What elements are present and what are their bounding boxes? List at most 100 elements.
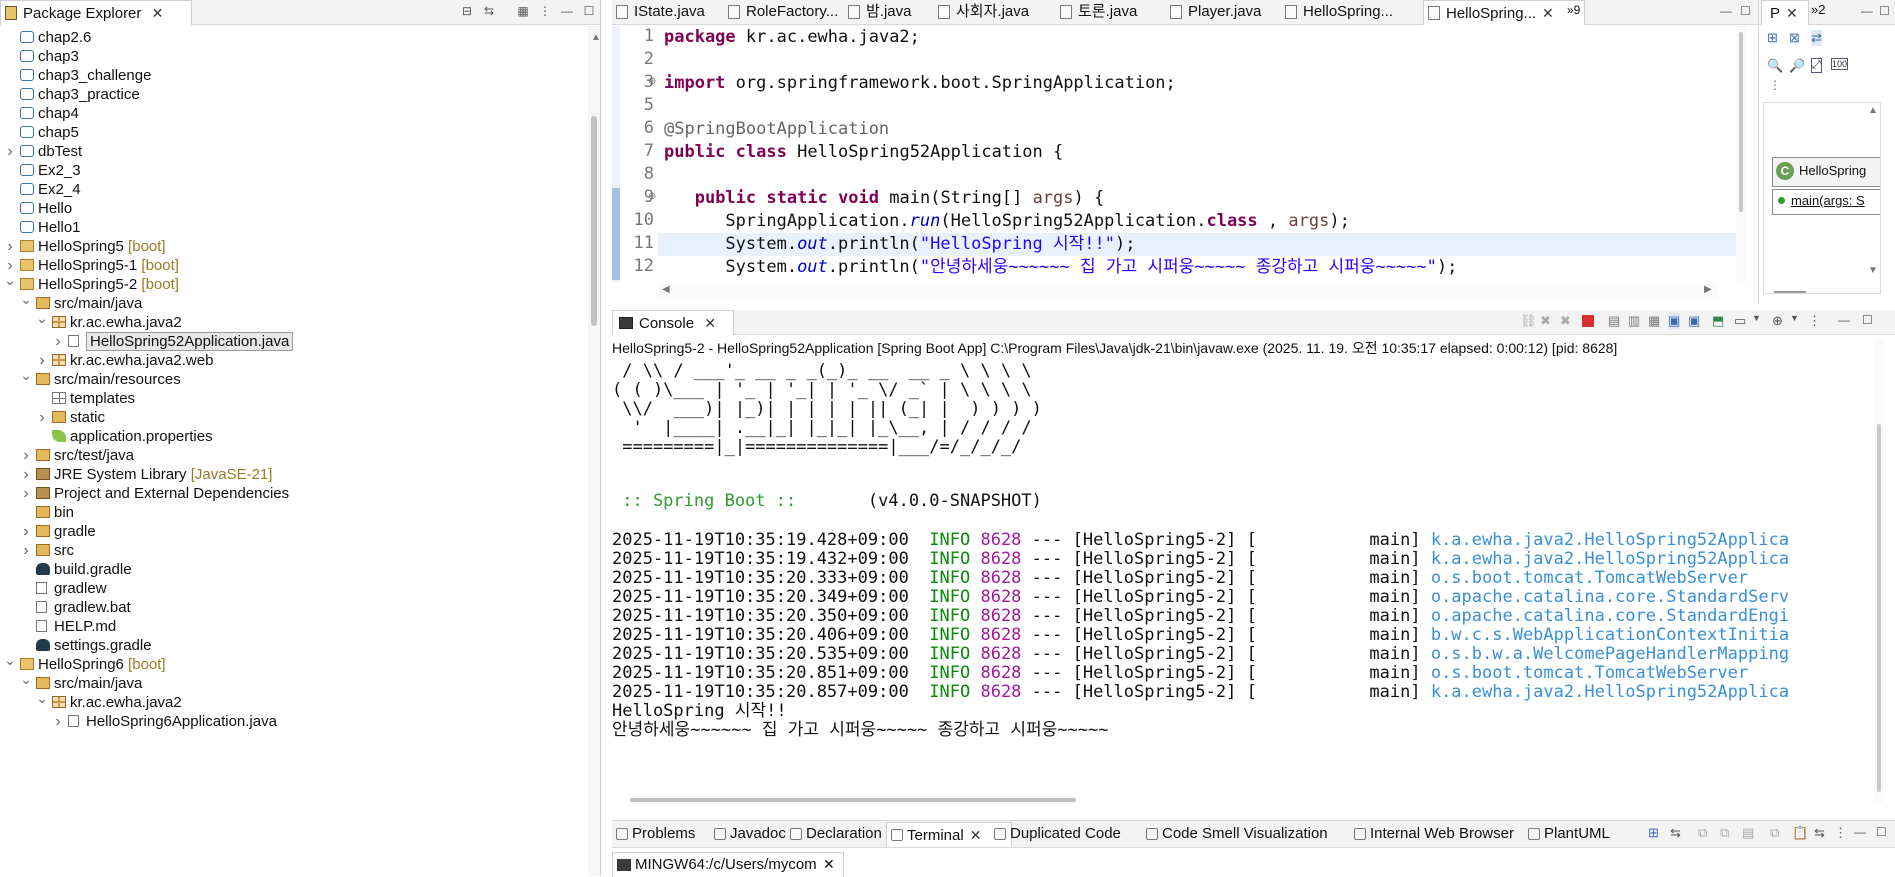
display-console-icon[interactable]: ▭ [1734,313,1746,329]
chevron-down-icon[interactable]: ⌄ [20,368,32,382]
word-wrap-icon[interactable]: ▦ [1648,313,1660,329]
scroll-left-icon[interactable]: ◀ [662,284,670,295]
disconnect-icon[interactable]: ⛓ [1520,313,1537,329]
show-stdout-icon[interactable]: ▣ [1668,313,1681,329]
link-icon[interactable]: ⇄ [1811,30,1822,46]
console-hscrollbar-thumb[interactable] [630,798,1076,802]
scroll-lock-icon[interactable]: ▥ [1628,313,1640,329]
remove-all-icon[interactable]: ✖ [1560,313,1571,329]
bottom-tab[interactable]: Internal Web Browser [1350,822,1544,846]
console-vscrollbar[interactable] [1874,340,1884,802]
view-menu-icon[interactable]: ⋮ [1834,825,1847,841]
zoom-100-icon[interactable]: 100 [1831,58,1849,70]
collapse-all-icon[interactable]: ⊟ [460,4,474,18]
chevron-down-icon[interactable]: ▼ [1790,313,1799,323]
chevron-down-icon[interactable]: ⌄ [36,691,48,705]
tab-console[interactable]: Console ✕ [612,310,734,335]
chevron-right-icon[interactable]: › [52,710,64,733]
java-file-icon [68,335,79,347]
class-box[interactable]: C HelloSpring [1772,157,1880,187]
zoom-out-icon[interactable]: 🔎 [1789,58,1805,74]
package-explorer-tabbar: Package Explorer ✕ ⊟ ⇆ ▦ ⋮ — ☐ [0,0,600,25]
tree-item[interactable]: › HelloSpring6Application.java [0,710,588,733]
method-box[interactable]: main(args: S [1772,189,1880,215]
clipboard-icon[interactable]: 📋 [1792,825,1808,841]
console-action-icon[interactable]: ⊞ [1648,825,1659,841]
log-level: INFO [929,644,981,664]
fold-icon[interactable]: ⊖ [648,191,656,202]
fold-icon[interactable]: ⊕ [648,76,656,87]
close-icon[interactable]: ✕ [823,856,835,873]
minimize-icon[interactable]: — [1720,4,1732,18]
scrollbar-thumb[interactable] [1877,424,1881,792]
view-menu-icon[interactable]: ⋮ [1808,313,1821,329]
paste-icon[interactable]: ⧉ [1720,825,1729,841]
fit-icon[interactable]: ⤢ [1811,58,1822,73]
minimize-icon[interactable]: — [1838,313,1850,327]
minimize-icon[interactable]: — [1861,4,1873,18]
scroll-right-icon[interactable]: ▶ [1704,284,1712,295]
library-icon [36,468,50,480]
chevron-down-icon[interactable]: ⌄ [20,292,32,306]
close-icon[interactable]: ✕ [704,311,716,335]
editor-vscrollbar[interactable] [1736,26,1746,282]
maximize-icon[interactable]: ☐ [1879,4,1890,18]
filter-icon[interactable]: ▦ [516,4,530,18]
maximize-icon[interactable]: ☐ [582,4,596,18]
tabs-overflow[interactable]: »9 [1567,3,1580,17]
copy-icon[interactable]: ⧉ [1698,825,1707,841]
file-icon [36,620,47,632]
scrollbar-thumb[interactable] [591,116,597,326]
chevron-down-icon[interactable]: ⌄ [4,653,16,667]
scroll-up-icon[interactable]: ▲ [591,32,601,43]
chevron-down-icon[interactable]: ⌄ [4,273,16,287]
remove-launch-icon[interactable]: ✖ [1540,313,1551,329]
scroll-down-icon[interactable]: ▼ [1868,265,1878,276]
code-editor-area: IState.java RoleFactory... 밤.java 사회자.java 토… [612,0,1758,304]
close-icon[interactable]: ✕ [1786,1,1798,25]
maximize-icon[interactable]: ☐ [1740,4,1751,18]
package-tree-scrollbar[interactable]: ▲ [588,26,601,876]
bottom-tab[interactable]: PlantUML [1524,822,1644,846]
minimize-icon[interactable]: — [560,4,574,18]
scroll-up-icon[interactable]: ▲ [1868,105,1878,116]
clear-console-icon[interactable]: ▤ [1608,313,1620,329]
bottom-tab[interactable]: Code Smell Visualization [1142,822,1370,846]
new-console-icon[interactable]: ⊕ [1772,313,1783,329]
select-all-icon[interactable]: ▤ [1742,825,1754,841]
copy-icon[interactable]: ⧉ [1770,825,1779,841]
editor-tab[interactable]: HelloSpring... ✕ [1423,0,1585,25]
chevron-down-icon[interactable]: ⌄ [36,311,48,325]
scrollbar-thumb[interactable] [1739,32,1743,212]
bottom-tab[interactable]: Duplicated Code [990,822,1162,846]
zoom-in-icon[interactable]: 🔍 [1767,58,1783,74]
close-icon[interactable]: ✕ [152,1,164,25]
tab-outline[interactable]: P ✕ [1761,0,1809,25]
view-menu-icon[interactable]: ⋮ [538,4,552,18]
chevron-down-icon[interactable]: ⌄ [20,672,32,686]
maximize-icon[interactable]: ☐ [1876,825,1887,839]
outline-overflow[interactable]: »2 [1811,2,1825,17]
tree-item-name: bin [54,504,75,521]
toggle-icon[interactable]: ⇆ [1670,825,1681,841]
chevron-down-icon[interactable]: ▼ [1752,313,1761,323]
view-menu-icon[interactable]: ⋮ [1769,78,1781,92]
terminate-icon[interactable] [1582,315,1594,327]
settings-icon[interactable]: ⇆ [1814,825,1825,841]
code-content[interactable]: 1 package kr.ac.ewha.java2; 2 3 ⊕ import org.… [620,26,1736,282]
maximize-icon[interactable]: ☐ [1862,313,1873,327]
show-stderr-icon[interactable]: ▣ [1688,313,1700,329]
close-icon[interactable]: ✕ [970,823,982,847]
hscroll-thumb[interactable] [1774,291,1806,293]
tab-package-explorer[interactable]: Package Explorer ✕ [0,0,192,25]
tab-terminal-session[interactable]: MINGW64:/c/Users/mycom ✕ [612,852,844,877]
sort-icon[interactable]: ⊠ [1789,30,1800,46]
editor-hscrollbar[interactable]: ◀ ▶ [658,284,1718,298]
new-icon[interactable]: ⊞ [1767,30,1778,46]
link-editor-icon[interactable]: ⇆ [482,4,496,18]
pin-console-icon[interactable]: ⬒ [1712,313,1724,329]
minimize-icon[interactable]: — [1854,825,1866,839]
close-icon[interactable]: ✕ [1542,1,1554,25]
log-logger: o.s.boot.tomcat.TomcatWebServer [1430,663,1749,683]
editor-tab[interactable]: HelloSpring... [1281,0,1445,24]
